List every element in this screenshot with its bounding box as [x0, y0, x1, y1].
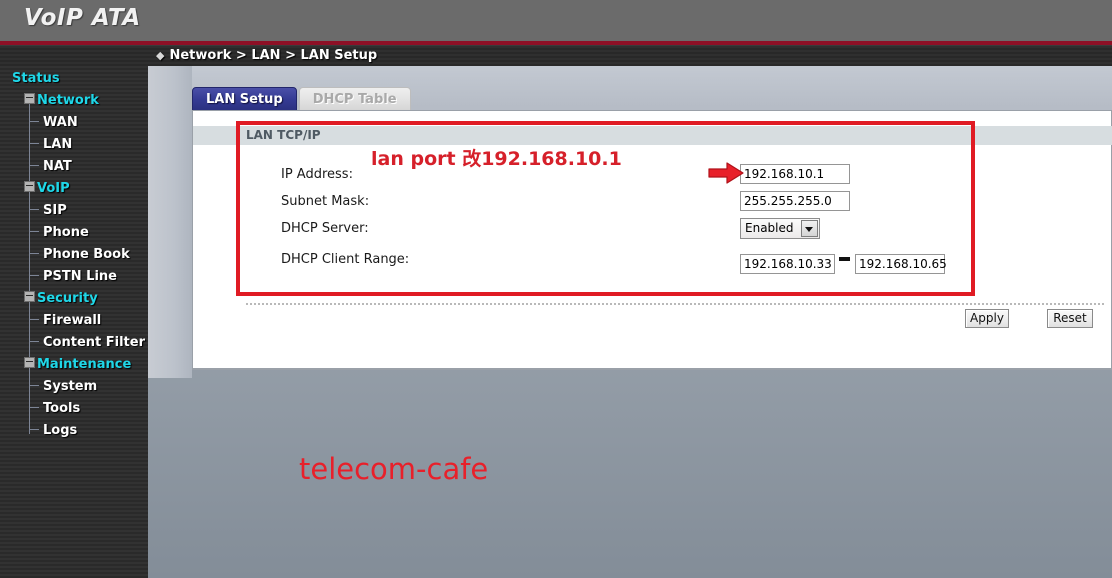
app-brand-title: VoIP ATA	[24, 5, 141, 31]
tree-branch-line	[29, 154, 39, 166]
subnet-mask-input[interactable]: 255.255.255.0	[740, 191, 850, 211]
sidebar-item-status[interactable]: Status	[0, 66, 148, 88]
sidebar-nav: Status Network WAN LAN NAT VoIP SIP Phone Phone …	[0, 66, 148, 578]
chevron-down-icon[interactable]	[801, 220, 818, 237]
sidebar-item-sip[interactable]: SIP	[0, 198, 148, 220]
sidebar-item-maintenance[interactable]: Maintenance	[0, 352, 148, 374]
panel-left-gutter	[148, 66, 192, 378]
tree-branch-line	[29, 220, 39, 232]
dhcp-server-label: DHCP Server:	[281, 221, 369, 236]
tab-label: DHCP Table	[312, 92, 397, 107]
sidebar-item-label: Content Filter	[43, 335, 145, 350]
sidebar-item-phone[interactable]: Phone	[0, 220, 148, 242]
sidebar-item-label: System	[43, 379, 98, 394]
tree-branch-line	[29, 418, 39, 430]
content-panel	[192, 110, 1112, 370]
sidebar-item-label: Maintenance	[37, 357, 132, 372]
sidebar-item-tools[interactable]: Tools	[0, 396, 148, 418]
tree-branch-line	[29, 396, 39, 408]
sidebar-item-logs[interactable]: Logs	[0, 418, 148, 440]
sidebar-item-system[interactable]: System	[0, 374, 148, 396]
sidebar-item-pstn-line[interactable]: PSTN Line	[0, 264, 148, 286]
watermark-text: telecom-cafe	[299, 452, 489, 486]
section-header-bar	[193, 126, 1112, 145]
breadcrumb: ◆ Network > LAN > LAN Setup	[156, 48, 377, 63]
sidebar-item-label: SIP	[43, 203, 67, 218]
collapse-minus-icon[interactable]	[24, 357, 35, 368]
tab-bar: LAN Setup DHCP Table	[192, 87, 411, 111]
reset-button[interactable]: Reset	[1047, 309, 1093, 328]
sidebar-item-label: Phone Book	[43, 247, 130, 262]
form-separator	[246, 303, 1104, 305]
sidebar-item-label: Phone	[43, 225, 89, 240]
sidebar-item-label: Network	[37, 93, 99, 108]
sidebar-item-label: PSTN Line	[43, 269, 117, 284]
ip-address-label: IP Address:	[281, 167, 353, 182]
sidebar-item-phone-book[interactable]: Phone Book	[0, 242, 148, 264]
tree-branch-line	[29, 242, 39, 254]
breadcrumb-text: Network > LAN > LAN Setup	[169, 48, 378, 63]
collapse-minus-icon[interactable]	[24, 181, 35, 192]
apply-button[interactable]: Apply	[965, 309, 1009, 328]
sidebar-item-label: Tools	[43, 401, 81, 416]
tab-dhcp-table[interactable]: DHCP Table	[298, 87, 411, 111]
annotation-note-text: lan port 改192.168.10.1	[371, 148, 622, 170]
tree-branch-line	[29, 264, 39, 276]
annotation-arrow-icon	[708, 162, 744, 184]
voip-ata-admin-page: VoIP ATA ◆ Network > LAN > LAN Setup Stat…	[0, 0, 1112, 578]
section-title: LAN TCP/IP	[246, 128, 321, 142]
sidebar-item-label: WAN	[43, 115, 78, 130]
sidebar-item-label: LAN	[43, 137, 73, 152]
sidebar-item-security[interactable]: Security	[0, 286, 148, 308]
sidebar-item-wan[interactable]: WAN	[0, 110, 148, 132]
sidebar-item-content-filter[interactable]: Content Filter	[0, 330, 148, 352]
tree-branch-line	[29, 374, 39, 386]
sidebar-item-firewall[interactable]: Firewall	[0, 308, 148, 330]
tab-lan-setup[interactable]: LAN Setup	[192, 87, 297, 111]
sidebar-item-label: Logs	[43, 423, 78, 438]
breadcrumb-bar: ◆ Network > LAN > LAN Setup	[0, 46, 1112, 66]
tree-branch-line	[29, 308, 39, 320]
collapse-minus-icon[interactable]	[24, 291, 35, 302]
sidebar-item-label: NAT	[43, 159, 72, 174]
tree-branch-line	[29, 132, 39, 144]
tree-branch-line	[29, 198, 39, 210]
app-header: VoIP ATA	[0, 0, 1112, 41]
diamond-bullet-icon: ◆	[156, 49, 165, 62]
collapse-minus-icon[interactable]	[24, 93, 35, 104]
dhcp-client-range-label: DHCP Client Range:	[281, 252, 410, 267]
sidebar-item-lan[interactable]: LAN	[0, 132, 148, 154]
ip-address-input[interactable]: 192.168.10.1	[740, 164, 850, 184]
range-separator-dash	[839, 257, 850, 261]
sidebar-item-nat[interactable]: NAT	[0, 154, 148, 176]
sidebar-item-network[interactable]: Network	[0, 88, 148, 110]
sidebar-item-label: Status	[12, 71, 60, 86]
sidebar-item-label: Firewall	[43, 313, 102, 328]
dhcp-range-start-input[interactable]: 192.168.10.33	[740, 254, 835, 274]
subnet-mask-label: Subnet Mask:	[281, 194, 370, 209]
sidebar-item-label: VoIP	[37, 181, 70, 196]
tab-label: LAN Setup	[206, 92, 283, 107]
dhcp-range-end-input[interactable]: 192.168.10.65	[855, 254, 947, 274]
tree-branch-line	[29, 110, 39, 122]
sidebar-item-voip[interactable]: VoIP	[0, 176, 148, 198]
dhcp-server-select[interactable]: Enabled	[740, 218, 820, 239]
sidebar-item-label: Security	[37, 291, 98, 306]
tree-branch-line	[29, 330, 39, 342]
dhcp-server-selected-value: Enabled	[745, 221, 794, 235]
